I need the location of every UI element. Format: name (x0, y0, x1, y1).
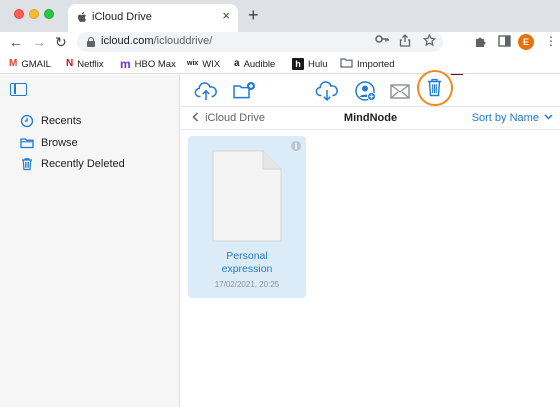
profile-avatar[interactable]: E (518, 34, 534, 50)
apple-icon (77, 12, 87, 26)
maximize-window-button[interactable] (44, 9, 54, 19)
share-person-icon[interactable] (353, 79, 377, 103)
address-bar[interactable]: icloud.com/iclouddrive/ (77, 32, 443, 52)
sidebar-item-browse[interactable]: Browse (20, 135, 78, 151)
browser-toolbar: ← → ↻ icloud.com/iclouddrive/ E ⋮ (0, 32, 560, 81)
download-icon[interactable] (315, 79, 339, 103)
chevron-left-icon (192, 112, 205, 124)
back-to-icloud-drive[interactable]: iCloud Drive (192, 112, 265, 124)
minimize-window-button[interactable] (29, 9, 39, 19)
bookmark-wix[interactable]: wix WIX (187, 57, 220, 71)
tab-title: iCloud Drive (92, 11, 152, 23)
bookmark-hbomax[interactable]: m HBO Max (120, 57, 176, 71)
bookmark-netflix[interactable]: N Netflix (66, 57, 104, 71)
document-thumbnail-icon (212, 150, 282, 242)
trash-icon (20, 157, 34, 171)
reload-button[interactable]: ↻ (55, 33, 67, 51)
bookmark-folder-imported[interactable]: Imported (340, 57, 395, 71)
sidebar-item-label: Recents (41, 115, 82, 127)
share-icon[interactable] (399, 34, 411, 51)
lock-icon[interactable] (87, 37, 95, 47)
sidebar-item-label: Recently Deleted (41, 158, 125, 170)
bookmark-hulu[interactable]: h Hulu (292, 57, 328, 71)
hbomax-icon: m (120, 57, 131, 71)
netflix-icon: N (66, 58, 74, 69)
hulu-icon: h (292, 58, 304, 70)
close-window-button[interactable] (14, 9, 24, 19)
sidebar: Recents Browse Recently Deleted (0, 75, 180, 407)
browser-menu-icon[interactable]: ⋮ (545, 34, 557, 48)
sidebar-toggle-icon[interactable] (10, 83, 27, 96)
email-icon[interactable] (388, 79, 412, 103)
gmail-icon: M (9, 58, 18, 69)
upload-icon[interactable] (194, 79, 218, 103)
browser-tab[interactable]: iCloud Drive × (68, 4, 238, 32)
trash-icon (428, 78, 441, 97)
bookmarks-bar: M GMAIL N Netflix m HBO Max wix WIX a Au… (0, 54, 560, 74)
file-item[interactable]: i Personal expression 17/02/2021, 20:25 (188, 136, 306, 298)
tab-strip: iCloud Drive × + (0, 0, 560, 32)
new-tab-button[interactable]: + (248, 5, 259, 25)
file-toolbar (181, 70, 560, 107)
sidebar-item-label: Browse (41, 137, 78, 149)
main-panel: MindNode iCloud Drive Sort by Name i Per… (181, 70, 560, 407)
folder-icon (340, 57, 353, 72)
extensions-puzzle-icon[interactable] (474, 35, 487, 51)
path-bar: MindNode iCloud Drive Sort by Name (181, 108, 560, 130)
url-text[interactable]: icloud.com/iclouddrive/ (101, 35, 212, 47)
wix-icon: wix (187, 60, 199, 67)
amazon-icon: a (234, 58, 240, 69)
clock-icon (20, 114, 34, 128)
icloud-drive-app: Recents Browse Recently Deleted MindNode… (0, 70, 560, 407)
chevron-down-icon (542, 112, 553, 124)
bookmark-gmail[interactable]: M GMAIL (9, 57, 51, 71)
back-button[interactable]: ← (9, 33, 23, 51)
side-panel-icon[interactable] (498, 35, 511, 50)
file-date: 17/02/2021, 20:25 (214, 280, 280, 289)
sort-menu[interactable]: Sort by Name (472, 112, 553, 124)
info-icon[interactable]: i (291, 141, 301, 151)
folder-icon (20, 136, 34, 150)
sidebar-item-recently-deleted[interactable]: Recently Deleted (20, 156, 125, 172)
tab-close-icon[interactable]: × (222, 9, 230, 23)
key-icon[interactable] (375, 34, 389, 48)
delete-button[interactable] (417, 70, 453, 106)
bookmark-star-icon[interactable] (422, 33, 437, 51)
sidebar-item-recents[interactable]: Recents (20, 113, 81, 129)
bookmark-audible[interactable]: a Audible (234, 57, 275, 71)
file-name: Personal expression (221, 250, 273, 275)
forward-button[interactable]: → (32, 33, 46, 51)
new-folder-icon[interactable] (232, 79, 256, 103)
